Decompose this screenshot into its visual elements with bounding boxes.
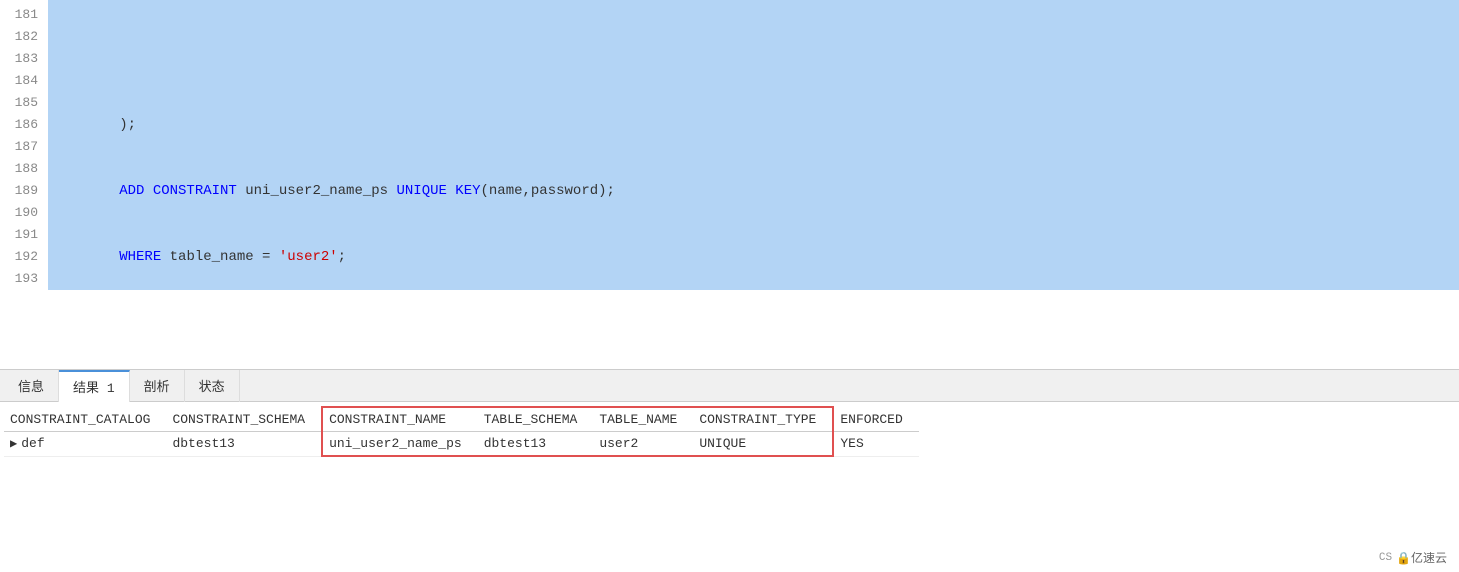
code-area: 181 # 在 alter table 时添加复合唯一约束 182 □CREAT…: [0, 0, 1459, 370]
cell-indicator: ▶def: [4, 432, 166, 457]
line-num-182: 182: [0, 26, 48, 48]
code-line-192: 192 WHERE table_name = 'user2';: [0, 246, 1459, 268]
branding: CS 🔒亿速云: [1379, 549, 1447, 566]
cell-constraint-type: UNIQUE: [693, 432, 833, 457]
results-area: CONSTRAINT_CATALOG CONSTRAINT_SCHEMA CON…: [0, 402, 1459, 572]
code-line-193: 193: [0, 268, 1459, 290]
code-line-189: 189 ADD CONSTRAINT uni_user2_name_ps UNI…: [0, 180, 1459, 202]
line-num-192: 192: [0, 246, 48, 268]
col-header-constraint-catalog: CONSTRAINT_CATALOG: [4, 407, 166, 432]
col-header-constraint-schema: CONSTRAINT_SCHEMA: [166, 407, 322, 432]
line-num-193: 193: [0, 268, 48, 290]
col-header-constraint-name: CONSTRAINT_NAME: [322, 407, 478, 432]
line-num-190: 190: [0, 202, 48, 224]
line-num-184: 184: [0, 70, 48, 92]
code-lines: 181 # 在 alter table 时添加复合唯一约束 182 □CREAT…: [0, 0, 1459, 294]
results-table: CONSTRAINT_CATALOG CONSTRAINT_SCHEMA CON…: [4, 406, 919, 457]
col-header-table-name: TABLE_NAME: [593, 407, 693, 432]
line-num-191: 191: [0, 224, 48, 246]
line-num-187: 187: [0, 136, 48, 158]
tab-profiling[interactable]: 剖析: [130, 370, 185, 402]
cs-label: CS: [1379, 552, 1392, 564]
table-row: ▶def dbtest13 uni_user2_name_ps dbtest13…: [4, 432, 919, 457]
cell-table-name: user2: [593, 432, 693, 457]
tab-results1[interactable]: 结果 1: [59, 370, 130, 402]
code-line-186: 186 );: [0, 114, 1459, 136]
line-num-183: 183: [0, 48, 48, 70]
cell-enforced: YES: [833, 432, 918, 457]
line-num-181: 181: [0, 4, 48, 26]
line-num-188: 188: [0, 158, 48, 180]
tabs-bar: 信息 结果 1 剖析 状态: [0, 370, 1459, 402]
cell-table-schema: dbtest13: [478, 432, 594, 457]
line-num-186: 186: [0, 114, 48, 136]
tab-info[interactable]: 信息: [4, 370, 59, 402]
line-num-189: 189: [0, 180, 48, 202]
table-header-row: CONSTRAINT_CATALOG CONSTRAINT_SCHEMA CON…: [4, 407, 919, 432]
col-header-enforced: ENFORCED: [833, 407, 918, 432]
cell-constraint-name: uni_user2_name_ps: [322, 432, 478, 457]
col-header-constraint-type: CONSTRAINT_TYPE: [693, 407, 833, 432]
line-num-185: 185: [0, 92, 48, 114]
brand-logo: 🔒亿速云: [1396, 549, 1447, 566]
tab-status[interactable]: 状态: [185, 370, 240, 402]
cell-constraint-schema: dbtest13: [166, 432, 322, 457]
col-header-table-schema: TABLE_SCHEMA: [478, 407, 594, 432]
row-indicator: ▶: [10, 437, 21, 451]
